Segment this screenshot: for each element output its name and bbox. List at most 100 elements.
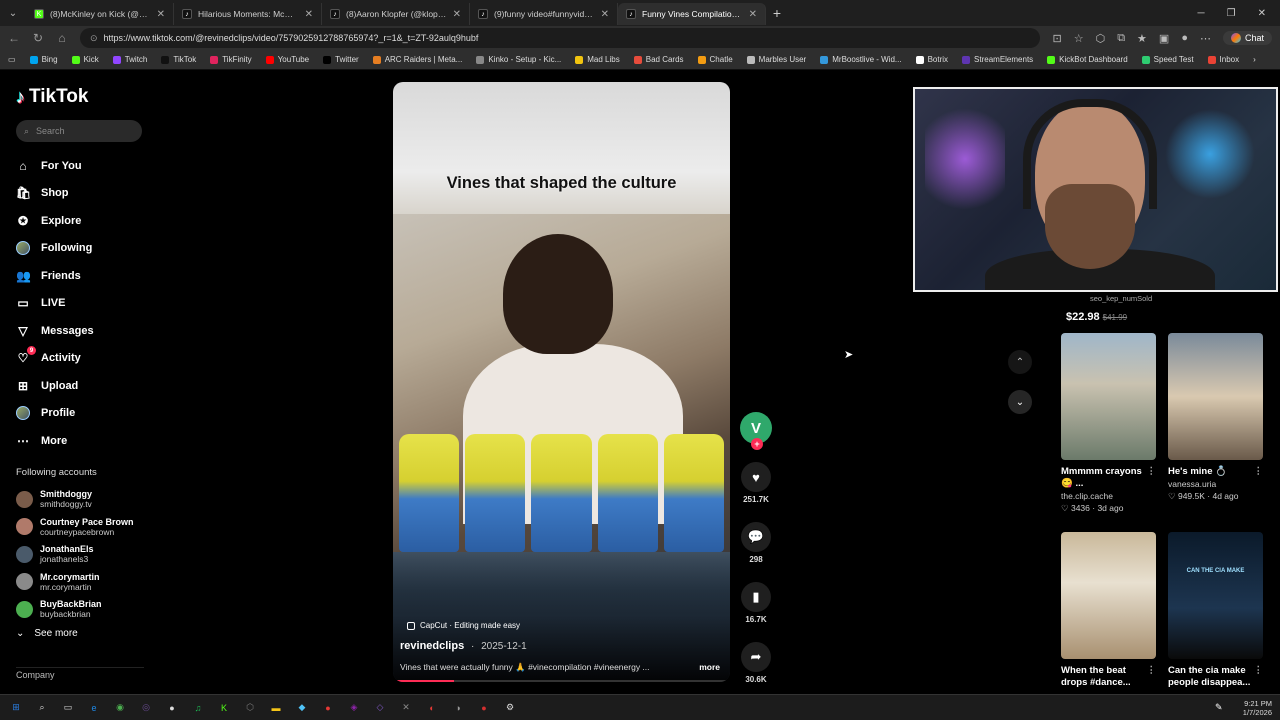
capcut-tag[interactable]: CapCut · Editing made easy <box>407 621 520 630</box>
new-tab-button[interactable]: + <box>766 5 788 21</box>
copilot-chat-button[interactable]: Chat <box>1222 31 1272 45</box>
company-link[interactable]: Company <box>16 667 144 680</box>
tab-actions-chevron-icon[interactable]: ⌄ <box>0 0 26 26</box>
see-more-button[interactable]: ⌄ See more <box>16 625 144 641</box>
sidebar-item-following[interactable]: Following <box>16 235 144 263</box>
app-available-icon[interactable]: ⊡ <box>1052 32 1061 45</box>
app2-icon[interactable]: ⬡ <box>242 700 258 716</box>
close-tab-icon[interactable]: ✕ <box>305 9 313 20</box>
recommended-video-card[interactable]: CAN THE CIA MAKE Can the cia make people … <box>1168 532 1263 689</box>
bookmark-item[interactable]: MrBoostlive - Wid... <box>820 55 902 64</box>
app10-icon[interactable]: ● <box>476 700 492 716</box>
windows-icon[interactable]: ⊞ <box>8 700 24 716</box>
pen-icon[interactable]: ✎ <box>1211 700 1227 716</box>
tiktok-logo[interactable]: ♪ TikTok <box>16 86 144 108</box>
video-author[interactable]: revinedclips · 2025-12-1 <box>400 640 527 652</box>
share-button[interactable]: ➦ <box>741 642 771 672</box>
taskview-icon[interactable]: ▭ <box>60 700 76 716</box>
recommended-video-card[interactable]: Mmmmm crayons 😋 ... ⋮ the.clip.cache ♡ 3436… <box>1061 333 1156 514</box>
bookmark-item[interactable]: Botrix <box>915 55 948 64</box>
following-account[interactable]: Smithdoggy smithdoggy.tv <box>16 486 144 514</box>
card-user[interactable]: the.clip.cache <box>1061 491 1156 501</box>
video-thumbnail[interactable] <box>1168 333 1263 460</box>
bookmark-item[interactable]: YouTube <box>265 55 309 64</box>
edge-icon[interactable]: e <box>86 700 102 716</box>
close-tab-icon[interactable]: ✕ <box>453 9 461 20</box>
video-author-name[interactable]: revinedclips <box>400 640 464 652</box>
sidebar-item-messages[interactable]: ▽ Messages <box>16 317 144 345</box>
bookmark-item[interactable]: Chatle <box>697 55 733 64</box>
system-clock[interactable]: 9:21 PM 1/7/2026 <box>1243 699 1272 717</box>
app3-icon[interactable]: ◆ <box>294 700 310 716</box>
bookmark-item[interactable]: StreamElements <box>962 55 1033 64</box>
search-input[interactable]: ⌕ Search <box>16 120 142 142</box>
spotify-icon[interactable]: ♫ <box>190 700 206 716</box>
bookmark-item[interactable]: Kinko - Setup - Kic... <box>476 55 561 64</box>
bookmark-item[interactable]: Inbox <box>1207 55 1239 64</box>
bookmark-item[interactable]: Kick <box>71 55 99 64</box>
sidebar-item-more[interactable]: ⋯ More <box>16 427 144 455</box>
site-info-icon[interactable]: ⊙ <box>90 33 98 44</box>
collections-icon[interactable]: ▣ <box>1159 32 1169 45</box>
app5-icon[interactable]: ◈ <box>346 700 362 716</box>
previous-video-button[interactable]: ⌃ <box>1008 350 1032 374</box>
profile-avatar-icon[interactable]: ● <box>1181 32 1188 44</box>
bookmark-item[interactable]: Mad Libs <box>575 55 620 64</box>
favorite-star-icon[interactable]: ☆ <box>1074 32 1084 45</box>
browser-tab[interactable]: ♪ Hilarious Moments: McChicken Nu ✕ <box>174 3 322 25</box>
sidebar-item-friends[interactable]: 👥 Friends <box>16 262 144 290</box>
app6-icon[interactable]: ◇ <box>372 700 388 716</box>
card-user[interactable]: vanessa.uria <box>1168 479 1263 489</box>
card-more-icon[interactable]: ⋮ <box>1147 665 1157 689</box>
video-player[interactable]: Vines that shaped the culture CapCut · E… <box>393 82 730 682</box>
save-button[interactable]: ▮ <box>741 582 771 612</box>
close-tab-icon[interactable]: ✕ <box>157 9 165 20</box>
app8-icon[interactable]: ◐ <box>424 700 440 716</box>
explorer-icon[interactable]: ▬ <box>268 700 284 716</box>
bookmark-item[interactable]: Twitter <box>323 55 359 64</box>
search-icon[interactable]: ⌕ <box>34 700 50 716</box>
kick-icon[interactable]: K <box>216 700 232 716</box>
close-tab-icon[interactable]: ✕ <box>601 9 609 20</box>
app9-icon[interactable]: ◑ <box>450 700 466 716</box>
extensions-icon[interactable]: ⬡ <box>1096 32 1106 45</box>
more-button[interactable]: more <box>699 662 720 673</box>
following-account[interactable]: JonathanEls jonathanels3 <box>16 541 144 569</box>
follow-plus-icon[interactable]: + <box>751 438 763 450</box>
recommended-video-card[interactable]: He's mine 💍 ⋮ vanessa.uria ♡ 949.5K · 4d ag… <box>1168 333 1263 502</box>
recommended-video-card[interactable]: When the beat drops #dance... ⋮ <box>1061 532 1156 689</box>
creator-avatar[interactable]: V + <box>740 412 772 450</box>
bookmarks-folder-icon[interactable]: ▭ <box>8 55 16 64</box>
following-account[interactable]: Mr.corymartin mr.corymartin <box>16 568 144 596</box>
browser-tab[interactable]: K (8)McKinley on Kick (@mckinley.tv ✕ <box>26 3 174 25</box>
card-more-icon[interactable]: ⋮ <box>1147 466 1157 490</box>
close-window-icon[interactable]: ✕ <box>1258 8 1266 19</box>
back-icon[interactable]: ← <box>8 31 20 45</box>
following-account[interactable]: Courtney Pace Brown courtneypacebrown <box>16 513 144 541</box>
restore-icon[interactable]: ❐ <box>1227 8 1236 19</box>
sidebar-item-activity[interactable]: ♡ Activity <box>16 345 144 373</box>
split-screen-icon[interactable]: ⧉ <box>1117 32 1125 45</box>
bookmark-item[interactable]: Bing <box>29 55 58 64</box>
sidebar-item-profile[interactable]: Profile <box>16 400 144 428</box>
comment-button[interactable]: 💬 <box>741 522 771 552</box>
sidebar-item-upload[interactable]: ⊞ Upload <box>16 372 144 400</box>
sidebar-item-live[interactable]: ▭ LIVE <box>16 290 144 318</box>
app4-icon[interactable]: ● <box>320 700 336 716</box>
bookmark-item[interactable]: Bad Cards <box>633 55 684 64</box>
next-video-button[interactable]: ⌄ <box>1008 390 1032 414</box>
bookmark-item[interactable]: Twitch <box>112 55 147 64</box>
card-more-icon[interactable]: ⋮ <box>1254 466 1264 478</box>
bookmark-item[interactable]: TikFinity <box>210 55 252 64</box>
favorites-icon[interactable]: ★ <box>1137 32 1147 45</box>
app-icon[interactable]: ◎ <box>138 700 154 716</box>
video-thumbnail[interactable]: CAN THE CIA MAKE <box>1168 532 1263 659</box>
card-more-icon[interactable]: ⋮ <box>1254 665 1264 689</box>
like-button[interactable]: ♥ <box>741 462 771 492</box>
minimize-icon[interactable]: ─ <box>1198 8 1205 19</box>
bookmark-item[interactable]: Speed Test <box>1141 55 1194 64</box>
url-field[interactable]: ⊙ https://www.tiktok.com/@revinedclips/v… <box>80 28 1041 48</box>
obs-icon[interactable]: ● <box>164 700 180 716</box>
chrome-icon[interactable]: ◉ <box>112 700 128 716</box>
browser-tab[interactable]: ♪ Funny Vines Compilation for ✕ <box>618 3 766 25</box>
